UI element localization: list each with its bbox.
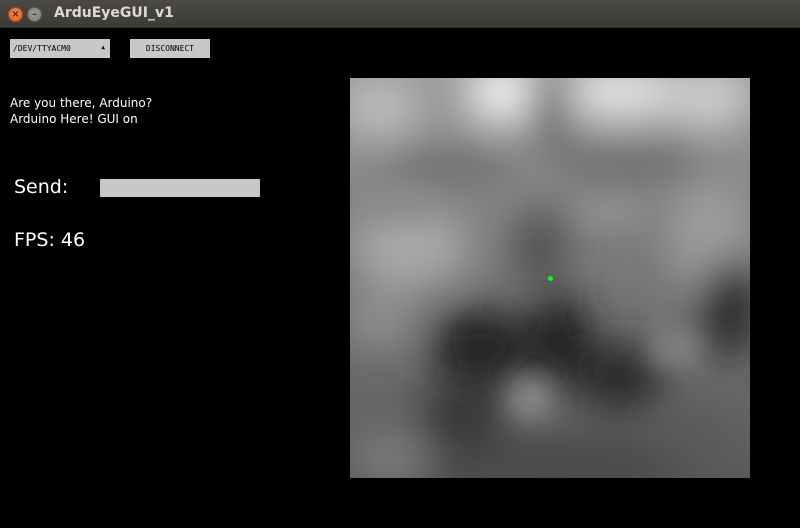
log-line: Arduino Here! GUI on — [10, 112, 138, 126]
window-title: ArduEyeGUI_v1 — [54, 5, 174, 21]
title-bar[interactable]: × – ArduEyeGUI_v1 — [0, 0, 800, 28]
close-window-button[interactable]: × — [8, 7, 23, 22]
dropdown-arrow-icon: ▲ — [101, 44, 105, 51]
fps-readout: FPS: 46 — [14, 229, 86, 251]
send-input[interactable] — [100, 179, 260, 197]
tracked-point-marker — [548, 276, 553, 281]
log-line: Are you there, Arduino? — [10, 96, 153, 110]
minimize-icon: – — [32, 8, 37, 20]
disconnect-button[interactable]: DISCONNECT — [130, 39, 210, 58]
minimize-window-button[interactable]: – — [27, 7, 42, 22]
app-window: × – ArduEyeGUI_v1 /DEV/TTYACM0 ▲ DISCONN… — [0, 0, 800, 528]
serial-port-value: /DEV/TTYACM0 — [13, 44, 71, 53]
close-icon: × — [11, 8, 20, 20]
main-canvas: /DEV/TTYACM0 ▲ DISCONNECT Are you there,… — [0, 28, 800, 528]
send-label: Send: — [14, 176, 69, 198]
serial-port-dropdown[interactable]: /DEV/TTYACM0 ▲ — [10, 39, 110, 58]
camera-image-view — [350, 78, 750, 478]
